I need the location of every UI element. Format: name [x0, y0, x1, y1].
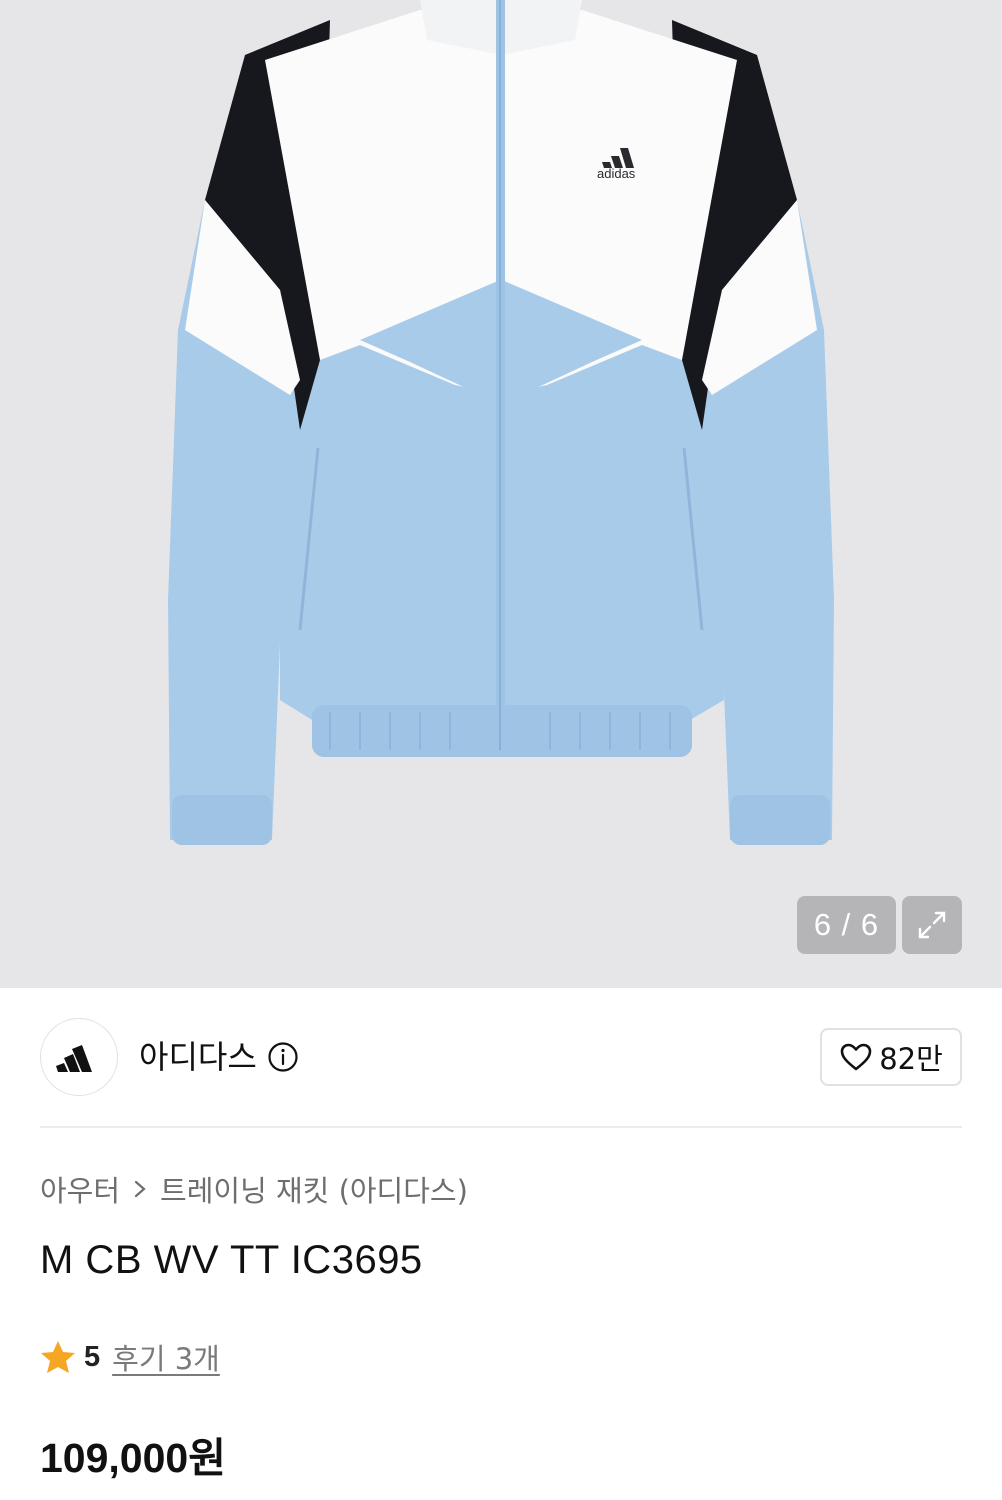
- chevron-right-icon: [134, 1180, 146, 1198]
- breadcrumb-subcategory[interactable]: 트레이닝 재킷 (아디다스): [160, 1168, 468, 1210]
- divider: [40, 1126, 962, 1128]
- brand-row: 아디다스 82만: [40, 1018, 962, 1098]
- brand-name[interactable]: 아디다스: [139, 1035, 257, 1079]
- expand-button[interactable]: [902, 896, 962, 954]
- svg-text:adidas: adidas: [597, 166, 636, 181]
- review-link[interactable]: 후기 3개: [112, 1336, 220, 1378]
- breadcrumb-category[interactable]: 아우터: [40, 1168, 120, 1210]
- image-counter: 6 / 6: [797, 896, 896, 954]
- product-image-gallery[interactable]: adidas 6 / 6: [0, 0, 1002, 988]
- product-rating: 5 후기 3개: [40, 1336, 220, 1378]
- like-button[interactable]: 82만: [820, 1028, 962, 1086]
- product-price: 109,000원: [40, 1435, 226, 1481]
- rating-score: 5: [84, 1340, 101, 1373]
- info-icon[interactable]: [267, 1041, 299, 1073]
- heart-icon: [840, 1043, 872, 1071]
- like-count: 82만: [879, 1042, 943, 1076]
- expand-icon: [918, 911, 946, 939]
- brand-logo[interactable]: [40, 1018, 118, 1096]
- product-title: M CB WV TT IC3695: [40, 1238, 423, 1282]
- breadcrumb: 아우터 트레이닝 재킷 (아디다스): [40, 1168, 468, 1210]
- adidas-logo-icon: [56, 1045, 92, 1072]
- star-icon: [41, 1341, 75, 1373]
- product-image: adidas: [0, 0, 1002, 890]
